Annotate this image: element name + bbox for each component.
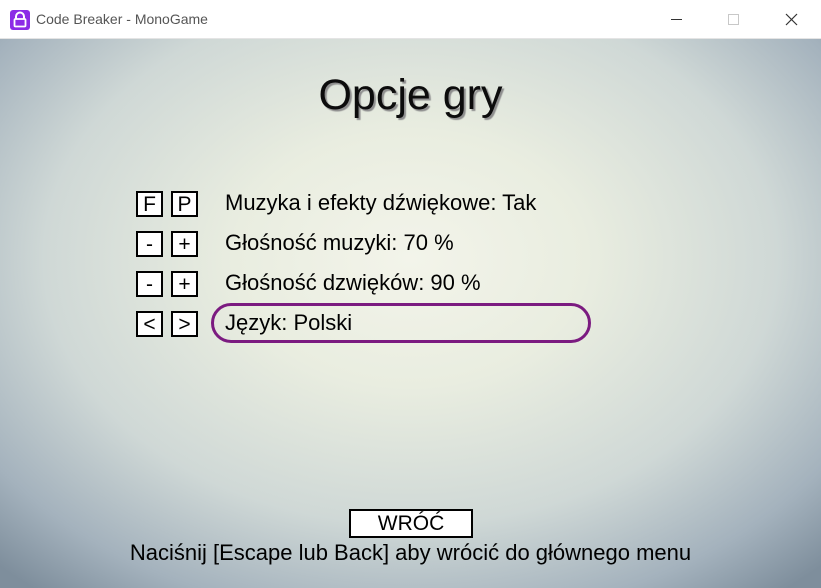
page-title: Opcje gry	[318, 71, 503, 119]
maximize-button[interactable]	[705, 0, 763, 39]
minimize-button[interactable]	[647, 0, 705, 39]
sound-key-p[interactable]: P	[171, 191, 198, 217]
back-button[interactable]: WRÓĆ	[349, 509, 473, 538]
maximize-icon	[728, 14, 739, 25]
language-next-key[interactable]: >	[171, 311, 198, 337]
sfx-volume-increase-key[interactable]: +	[171, 271, 198, 297]
game-canvas: Opcje gry F P Muzyka i efekty dźwiękowe:…	[0, 39, 821, 588]
minimize-icon	[671, 19, 682, 20]
window-title-bar[interactable]: Code Breaker - MonoGame	[0, 0, 821, 39]
sound-key-f[interactable]: F	[136, 191, 163, 217]
option-sound-label: Muzyka i efekty dźwiękowe: Tak	[225, 190, 537, 215]
sfx-volume-decrease-key[interactable]: -	[136, 271, 163, 297]
language-previous-key[interactable]: <	[136, 311, 163, 337]
close-icon	[785, 13, 798, 26]
close-button[interactable]	[763, 0, 821, 39]
window-title: Code Breaker - MonoGame	[36, 11, 208, 27]
option-sfx-volume-label: Głośność dzwięków: 90 %	[225, 270, 481, 295]
option-music-volume-label: Głośność muzyki: 70 %	[225, 230, 454, 255]
music-volume-increase-key[interactable]: +	[171, 231, 198, 257]
navigation-hint: Naciśnij [Escape lub Back] aby wrócić do…	[129, 540, 692, 565]
music-volume-decrease-key[interactable]: -	[136, 231, 163, 257]
lock-icon	[10, 10, 30, 30]
option-language-label: Język: Polski	[225, 310, 353, 335]
